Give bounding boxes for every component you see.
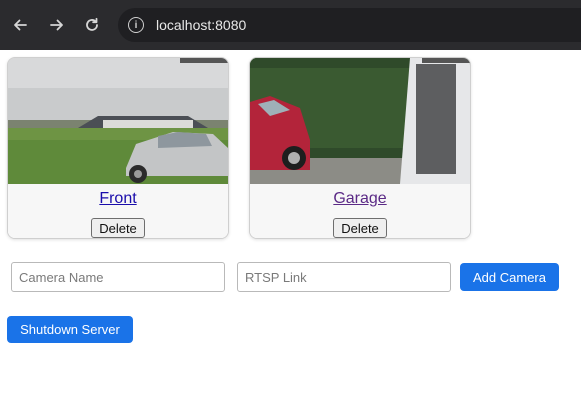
camera-feed-garage xyxy=(250,58,470,184)
add-camera-button[interactable]: Add Camera xyxy=(460,263,559,291)
camera-link-garage[interactable]: Garage xyxy=(250,190,470,208)
forward-arrow-icon[interactable] xyxy=(45,13,69,37)
camera-card-footer: Garage Delete xyxy=(250,184,470,238)
camera-link-front[interactable]: Front xyxy=(8,190,228,208)
camera-feed-front xyxy=(8,58,228,184)
camera-name-input[interactable] xyxy=(11,262,225,292)
browser-toolbar: i localhost:8080 xyxy=(0,0,581,50)
url-text: localhost:8080 xyxy=(156,17,247,33)
reload-icon[interactable] xyxy=(80,13,104,37)
back-arrow-icon[interactable] xyxy=(8,13,32,37)
camera-card-front: Front Delete xyxy=(7,57,229,239)
info-icon[interactable]: i xyxy=(128,17,144,33)
camera-card-footer: Front Delete xyxy=(8,184,228,238)
rtsp-link-input[interactable] xyxy=(237,262,451,292)
shutdown-server-button[interactable]: Shutdown Server xyxy=(7,316,133,343)
delete-button[interactable]: Delete xyxy=(91,218,145,238)
delete-button[interactable]: Delete xyxy=(333,218,387,238)
camera-card-garage: Garage Delete xyxy=(249,57,471,239)
address-bar[interactable]: i localhost:8080 xyxy=(118,8,581,42)
